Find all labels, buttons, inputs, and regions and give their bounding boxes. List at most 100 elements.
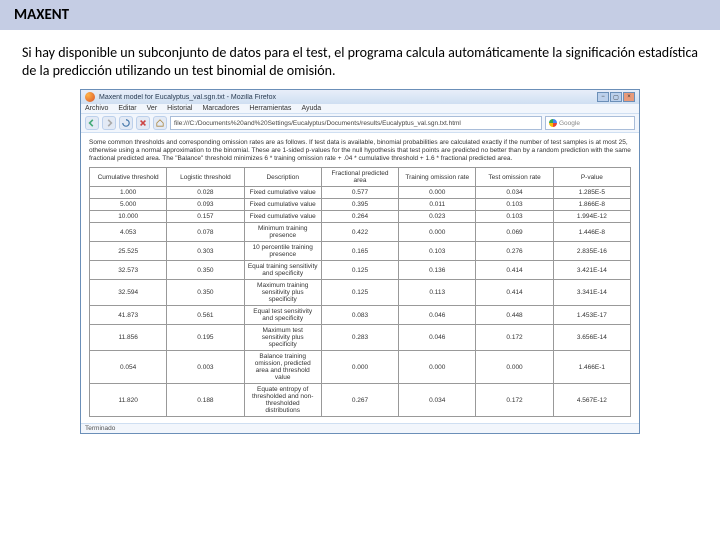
home-button[interactable] <box>153 116 167 130</box>
table-cell: 32.573 <box>90 261 167 280</box>
table-header: P-value <box>553 168 630 187</box>
stop-button[interactable] <box>136 116 150 130</box>
table-cell: Maximum test sensitivity plus specificit… <box>244 325 321 351</box>
table-cell: 3.656E-14 <box>553 325 630 351</box>
table-cell: 0.083 <box>321 306 398 325</box>
table-cell: 0.093 <box>167 199 244 211</box>
table-row: 1.0000.028Fixed cumulative value0.5770.0… <box>90 187 631 199</box>
table-cell: 0.267 <box>321 384 398 417</box>
table-row: 25.5250.30310 percentile training presen… <box>90 242 631 261</box>
table-cell: 2.835E-16 <box>553 242 630 261</box>
table-cell: 25.525 <box>90 242 167 261</box>
reload-button[interactable] <box>119 116 133 130</box>
table-cell: Equate entropy of thresholded and non-th… <box>244 384 321 417</box>
table-cell: 0.103 <box>476 211 553 223</box>
table-cell: 1.866E-8 <box>553 199 630 211</box>
table-header: Test omission rate <box>476 168 553 187</box>
table-cell: 0.276 <box>476 242 553 261</box>
table-row: 5.0000.093Fixed cumulative value0.3950.0… <box>90 199 631 211</box>
table-cell: 0.028 <box>167 187 244 199</box>
table-cell: 0.577 <box>321 187 398 199</box>
table-header: Fractional predicted area <box>321 168 398 187</box>
table-header: Training omission rate <box>399 168 476 187</box>
search-placeholder: Google <box>559 120 580 127</box>
table-row: 10.0000.157Fixed cumulative value0.2640.… <box>90 211 631 223</box>
table-cell: 32.594 <box>90 280 167 306</box>
menu-historial[interactable]: Historial <box>167 105 192 112</box>
table-cell: 1.000 <box>90 187 167 199</box>
table-cell: 0.264 <box>321 211 398 223</box>
table-cell: 1.453E-17 <box>553 306 630 325</box>
window-controls: − ▢ × <box>597 92 635 102</box>
maximize-button[interactable]: ▢ <box>610 92 622 102</box>
back-button[interactable] <box>85 116 99 130</box>
table-cell: 0.069 <box>476 223 553 242</box>
table-cell: 0.003 <box>167 351 244 384</box>
url-bar[interactable]: file:///C:/Documents%20and%20Settings/Eu… <box>170 116 542 130</box>
menu-marcadores[interactable]: Marcadores <box>202 105 239 112</box>
table-cell: Equal training sensitivity and specifici… <box>244 261 321 280</box>
table-cell: Fixed cumulative value <box>244 187 321 199</box>
table-cell: 0.136 <box>399 261 476 280</box>
table-cell: 0.023 <box>399 211 476 223</box>
table-row: 11.8200.188Equate entropy of thresholded… <box>90 384 631 417</box>
table-cell: 4.567E-12 <box>553 384 630 417</box>
table-row: 0.0540.003Balance training omission, pre… <box>90 351 631 384</box>
close-button[interactable]: × <box>623 92 635 102</box>
page-content: Some common thresholds and corresponding… <box>81 133 639 423</box>
table-cell: 11.856 <box>90 325 167 351</box>
titlebar: Maxent model for Eucalyptus_val.sgn.txt … <box>81 90 639 104</box>
table-cell: 0.000 <box>476 351 553 384</box>
table-cell: 0.195 <box>167 325 244 351</box>
table-cell: 0.303 <box>167 242 244 261</box>
table-cell: 0.113 <box>399 280 476 306</box>
table-row: 11.8560.195Maximum test sensitivity plus… <box>90 325 631 351</box>
firefox-icon <box>85 92 95 102</box>
table-cell: 0.414 <box>476 280 553 306</box>
menu-ver[interactable]: Ver <box>147 105 158 112</box>
table-cell: Minimum training presence <box>244 223 321 242</box>
table-cell: 3.341E-14 <box>553 280 630 306</box>
table-cell: 0.046 <box>399 325 476 351</box>
table-cell: 0.448 <box>476 306 553 325</box>
forward-button[interactable] <box>102 116 116 130</box>
table-cell: 0.103 <box>476 199 553 211</box>
table-cell: 0.414 <box>476 261 553 280</box>
table-cell: Maximum training sensitivity plus specif… <box>244 280 321 306</box>
table-row: 32.5730.350Equal training sensitivity an… <box>90 261 631 280</box>
url-text: file:///C:/Documents%20and%20Settings/Eu… <box>174 120 461 127</box>
menubar: Archivo Editar Ver Historial Marcadores … <box>81 104 639 114</box>
table-cell: Fixed cumulative value <box>244 211 321 223</box>
slide-title: MAXENT <box>14 6 706 24</box>
table-cell: 0.046 <box>399 306 476 325</box>
search-bar[interactable]: Google <box>545 116 635 130</box>
table-cell: 0.000 <box>399 351 476 384</box>
menu-ayuda[interactable]: Ayuda <box>301 105 321 112</box>
table-cell: 0.188 <box>167 384 244 417</box>
table-cell: 10.000 <box>90 211 167 223</box>
slide-header: MAXENT <box>0 0 720 30</box>
table-cell: Balance training omission, predicted are… <box>244 351 321 384</box>
minimize-button[interactable]: − <box>597 92 609 102</box>
table-cell: 0.395 <box>321 199 398 211</box>
table-cell: Equal test sensitivity and specificity <box>244 306 321 325</box>
slide-paragraph: Si hay disponible un subconjunto de dato… <box>0 30 720 89</box>
table-row: 4.0530.078Minimum training presence0.422… <box>90 223 631 242</box>
menu-archivo[interactable]: Archivo <box>85 105 108 112</box>
table-header: Description <box>244 168 321 187</box>
table-cell: 1.466E-1 <box>553 351 630 384</box>
menu-editar[interactable]: Editar <box>118 105 136 112</box>
table-cell: 0.283 <box>321 325 398 351</box>
statusbar: Terminado <box>81 423 639 433</box>
table-cell: 0.011 <box>399 199 476 211</box>
table-cell: 41.873 <box>90 306 167 325</box>
table-cell: 0.054 <box>90 351 167 384</box>
table-cell: 0.125 <box>321 280 398 306</box>
table-cell: 1.446E-8 <box>553 223 630 242</box>
table-cell: 0.103 <box>399 242 476 261</box>
table-row: 32.5940.350Maximum training sensitivity … <box>90 280 631 306</box>
menu-herramientas[interactable]: Herramientas <box>249 105 291 112</box>
table-cell: 0.561 <box>167 306 244 325</box>
table-cell: 10 percentile training presence <box>244 242 321 261</box>
table-header: Logistic threshold <box>167 168 244 187</box>
